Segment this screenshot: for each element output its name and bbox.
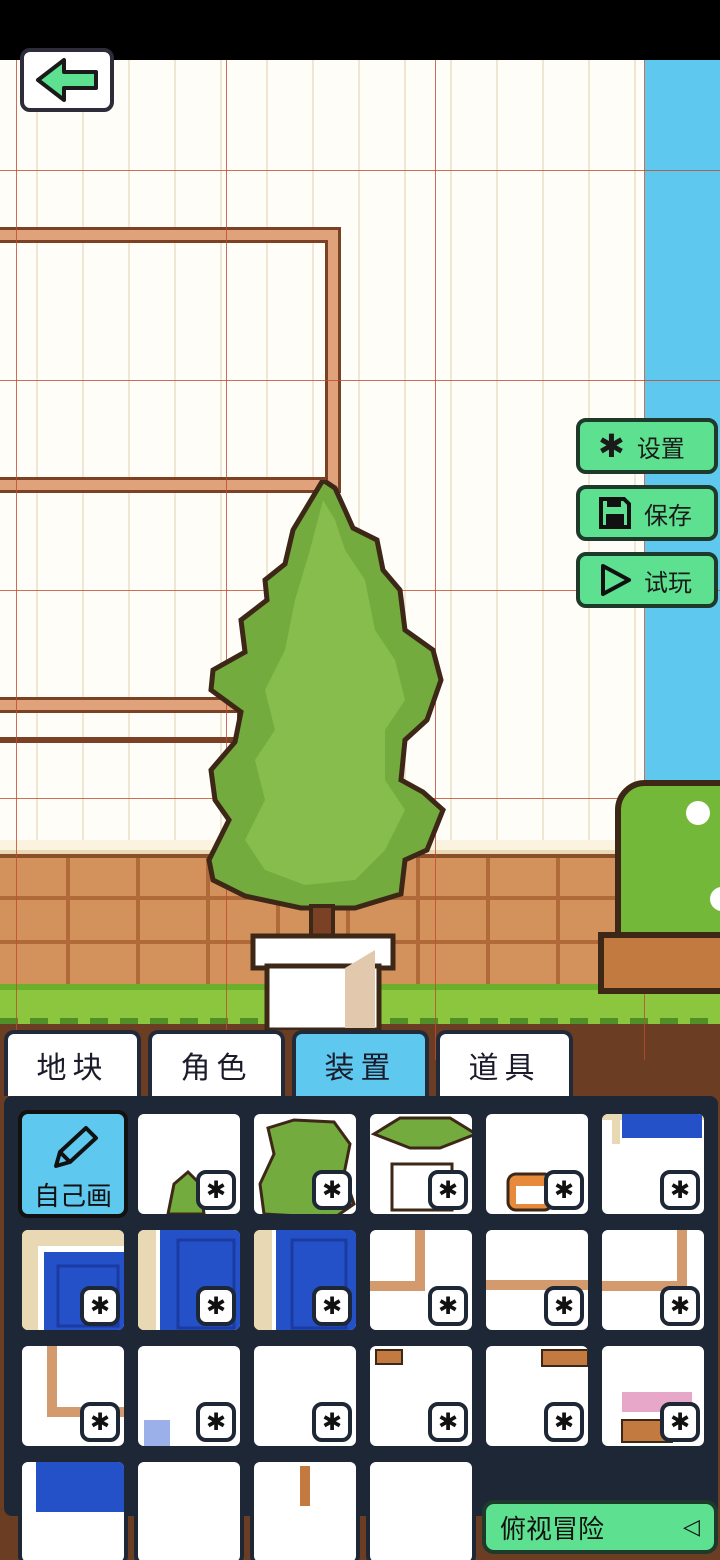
pencil-icon	[54, 1126, 98, 1168]
palette-item-blank[interactable]	[366, 1458, 476, 1560]
top-down-adventure-button[interactable]: 俯视冒险 ◁	[482, 1500, 718, 1554]
palette-item-window-right[interactable]: ✱	[250, 1226, 360, 1334]
gear-icon[interactable]: ✱	[428, 1286, 468, 1326]
palette-item-window-bottom[interactable]	[18, 1458, 128, 1560]
gear-icon[interactable]: ✱	[312, 1170, 352, 1210]
gear-icon[interactable]: ✱	[312, 1286, 352, 1326]
wooden-planter	[598, 932, 720, 994]
tab-characters[interactable]: 角色	[148, 1030, 285, 1096]
tab-devices[interactable]: 装置	[292, 1030, 429, 1096]
draw-your-own-label: 自己画	[33, 1182, 112, 1212]
palette-item-shiba-dog[interactable]: ✱	[482, 1110, 592, 1218]
item-palette: 自己画 ✱ ✱ ✱ ✱ ✱ ✱ ✱ ✱ ✱ ✱ ✱ ✱ ✱ ✱ ✱ ✱ ✱	[4, 1096, 718, 1560]
palette-item-frame-top[interactable]: ✱	[482, 1226, 592, 1334]
palette-item-frame-corner-bl[interactable]: ✱	[18, 1342, 128, 1450]
draw-your-own-button[interactable]: 自己画	[18, 1110, 128, 1218]
test-play-label: 试玩	[644, 568, 692, 597]
palette-item-post[interactable]	[250, 1458, 360, 1560]
floppy-disk-icon	[599, 497, 631, 529]
grid-line	[16, 60, 17, 1060]
gear-icon[interactable]: ✱	[544, 1402, 584, 1442]
flower-bush	[615, 780, 720, 940]
arrow-left-icon	[36, 58, 98, 102]
palette-item-potted-tree[interactable]: ✱	[366, 1110, 476, 1218]
palette-item-flower-planter[interactable]: ✱	[598, 1342, 708, 1450]
gear-icon[interactable]: ✱	[660, 1170, 700, 1210]
palette-item-empty[interactable]: ✱	[250, 1342, 360, 1450]
gear-icon[interactable]: ✱	[428, 1170, 468, 1210]
save-button[interactable]: 保存	[576, 485, 718, 541]
window-frame-top	[0, 230, 338, 490]
palette-item-large-bush[interactable]: ✱	[250, 1110, 360, 1218]
save-label: 保存	[644, 501, 692, 530]
triangle-left-icon: ◁	[683, 1514, 700, 1540]
top-down-adventure-label: 俯视冒险	[500, 1514, 605, 1545]
palette-item-flower-sprig[interactable]: ✱	[134, 1342, 244, 1450]
gear-icon[interactable]: ✱	[660, 1286, 700, 1326]
gear-icon[interactable]: ✱	[196, 1402, 236, 1442]
palette-item-window-corner[interactable]: ✱	[598, 1110, 708, 1218]
test-play-button[interactable]: 试玩	[576, 552, 718, 608]
gear-icon[interactable]: ✱	[196, 1286, 236, 1326]
gear-icon[interactable]: ✱	[428, 1402, 468, 1442]
play-icon	[601, 564, 631, 596]
palette-item-window-center[interactable]: ✱	[134, 1226, 244, 1334]
palette-item-frame-top-right[interactable]: ✱	[598, 1226, 708, 1334]
gear-icon[interactable]: ✱	[544, 1170, 584, 1210]
back-button[interactable]	[20, 48, 114, 112]
palette-item-blank[interactable]	[134, 1458, 244, 1560]
window-frame-bottom	[0, 700, 240, 740]
settings-label: 设置	[636, 434, 685, 463]
palette-item-shelf-small[interactable]: ✱	[366, 1342, 476, 1450]
palette-item-window-left[interactable]: ✱	[18, 1226, 128, 1334]
gear-icon[interactable]: ✱	[196, 1170, 236, 1210]
gear-icon[interactable]: ✱	[80, 1402, 120, 1442]
gear-icon[interactable]: ✱	[544, 1286, 584, 1326]
palette-item-small-bush[interactable]: ✱	[134, 1110, 244, 1218]
grid-line	[0, 170, 720, 171]
grid-line	[0, 380, 720, 381]
category-tabs: 地块 角色 装置 道具	[0, 1030, 720, 1096]
palette-item-shelf-wide[interactable]: ✱	[482, 1342, 592, 1450]
gear-icon: ✱	[598, 427, 625, 465]
potted-tree[interactable]	[205, 476, 450, 1033]
gear-icon[interactable]: ✱	[80, 1286, 120, 1326]
gear-icon[interactable]: ✱	[312, 1402, 352, 1442]
palette-item-frame-corner[interactable]: ✱	[366, 1226, 476, 1334]
gear-icon[interactable]: ✱	[660, 1402, 700, 1442]
tab-items[interactable]: 道具	[436, 1030, 573, 1096]
tab-tiles[interactable]: 地块	[4, 1030, 141, 1096]
settings-button[interactable]: ✱ 设置	[576, 418, 718, 474]
